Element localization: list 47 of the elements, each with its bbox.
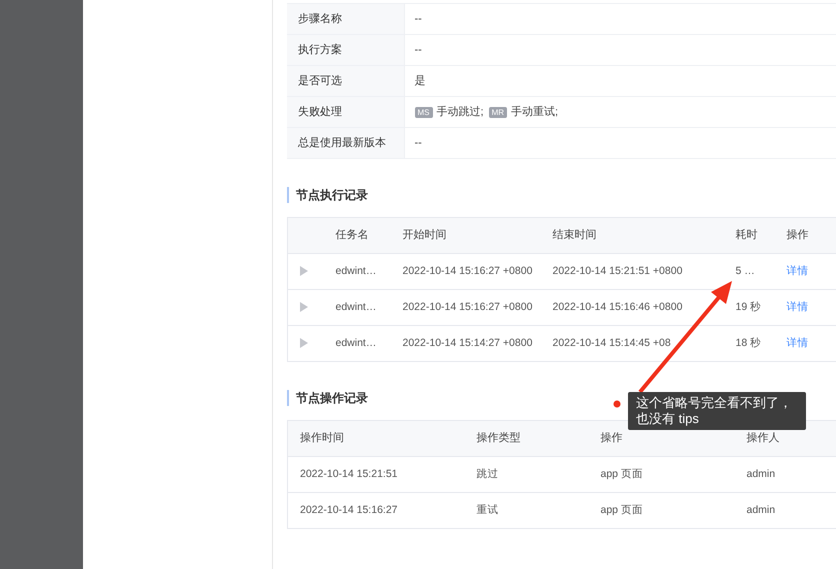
field-value: 手动重试;	[511, 106, 558, 118]
field-label: 是否可选	[298, 74, 342, 87]
column-header: 结束时间	[552, 229, 596, 242]
column-header: 任务名	[336, 229, 368, 242]
field-label: 失败处理	[298, 106, 342, 118]
end-time: 2022-10-14 15:21:51 +0800	[552, 264, 682, 277]
column-header: 开始时间	[402, 229, 446, 242]
task-name: edwint…	[336, 300, 376, 313]
column-header: 操作时间	[300, 432, 344, 444]
operation-source: app 页面	[600, 504, 643, 516]
details-link[interactable]: 详情	[786, 264, 808, 277]
field-value: 手动跳过;	[436, 106, 484, 118]
tag: MS	[414, 106, 432, 118]
duration: 19 秒	[736, 300, 762, 313]
duration: 18 秒	[736, 336, 762, 349]
operation-type: 重试	[476, 504, 498, 516]
field-value: --	[414, 44, 422, 56]
operation-time: 2022-10-14 15:21:51	[300, 468, 398, 480]
details-link[interactable]: 详情	[786, 300, 808, 313]
tag: MR	[488, 106, 508, 118]
start-time: 2022-10-14 15:16:27 +0800	[402, 264, 532, 277]
column-header: 操作类型	[476, 432, 520, 444]
operation-type: 跳过	[476, 468, 498, 480]
task-name: edwint…	[336, 336, 376, 349]
field-label: 执行方案	[298, 44, 342, 56]
section-title: 节点执行记录	[287, 187, 836, 203]
start-time: 2022-10-14 15:14:27 +0800	[402, 336, 532, 349]
field-value: 是	[414, 74, 426, 87]
operator-name: admin	[746, 468, 776, 480]
annotation-tooltip: 这个省略号完全看不到了，也没有 tips	[628, 392, 806, 430]
start-time: 2022-10-14 15:16:27 +0800	[402, 300, 532, 313]
column-header: 耗时	[736, 229, 758, 242]
column-header: 操作	[600, 432, 622, 444]
task-name: edwint…	[336, 264, 376, 277]
operator-name: admin	[746, 504, 776, 516]
end-time: 2022-10-14 15:14:45 +08	[552, 336, 671, 349]
duration: 5 …	[736, 264, 755, 277]
details-link[interactable]: 详情	[786, 336, 808, 349]
column-header: 操作	[786, 229, 808, 242]
column-header: 操作人	[746, 432, 780, 444]
field-label: 总是使用最新版本	[298, 136, 386, 149]
field-label: 步骤名称	[298, 12, 342, 25]
field-value: --	[414, 12, 422, 25]
operation-time: 2022-10-14 15:16:27	[300, 504, 398, 516]
field-value: --	[414, 136, 422, 149]
operation-source: app 页面	[600, 468, 643, 480]
end-time: 2022-10-14 15:16:46 +0800	[552, 300, 682, 313]
